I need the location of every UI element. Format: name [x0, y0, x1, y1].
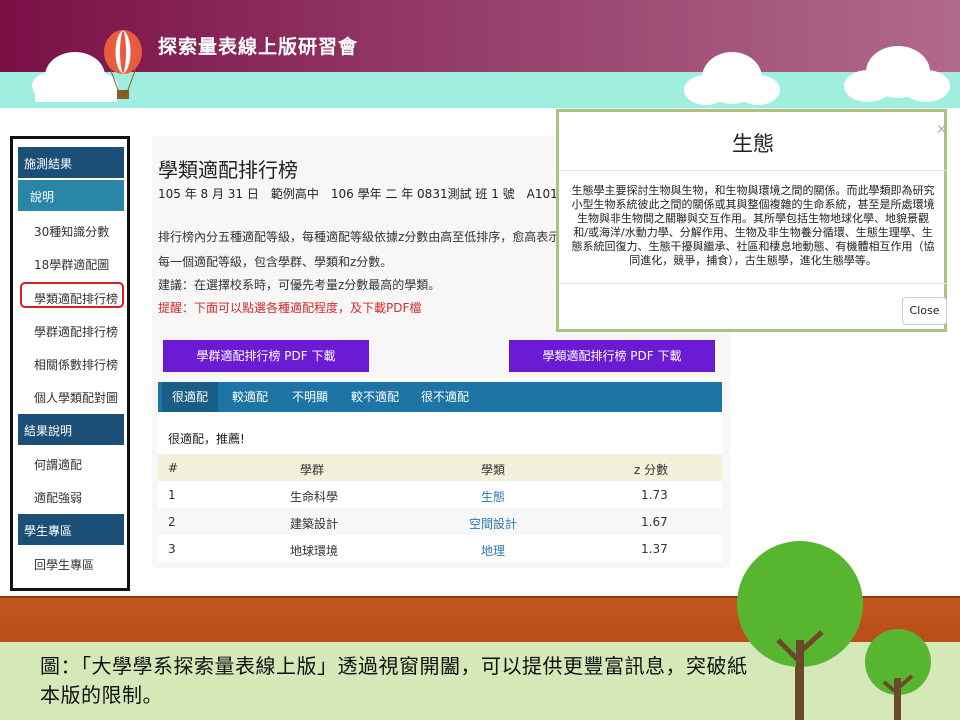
nav-item-group-ranking[interactable]: 學群適配排行榜	[18, 315, 124, 346]
column-header-zscore: z 分數	[634, 463, 669, 477]
category-ranking-pdf-button[interactable]: 學類適配排行榜 PDF 下載	[509, 340, 715, 372]
nav-item-personal-chart[interactable]: 個人學類配對圖	[18, 381, 124, 412]
column-header-rank: #	[168, 461, 179, 475]
cell-zscore: 1.67	[641, 515, 668, 529]
tab-unclear[interactable]: 不明顯	[282, 382, 338, 412]
cell-category-link[interactable]: 生態	[481, 488, 505, 505]
table-row: 2 建築設計 空間設計 1.67	[158, 508, 722, 535]
modal-divider-top	[559, 170, 947, 171]
tree-large-icon	[737, 541, 863, 720]
cell-group: 建築設計	[290, 517, 339, 531]
table-row: 1 生命科學 生態 1.73	[158, 481, 722, 508]
group-ranking-pdf-button[interactable]: 學群適配排行榜 PDF 下載	[163, 340, 369, 372]
hot-air-balloon-icon	[104, 30, 142, 99]
nav-section-explanation: 結果說明	[18, 414, 124, 445]
tab-not-fit[interactable]: 很不適配	[412, 382, 478, 412]
nav-section-student: 學生專區	[18, 514, 124, 545]
modal-close-button[interactable]: Close	[902, 297, 947, 325]
modal-title: 生態	[732, 132, 774, 156]
nav-section-results: 施測結果	[18, 147, 124, 178]
page-title: 學類適配排行榜	[158, 158, 298, 182]
column-header-category: 學類	[481, 463, 506, 477]
slide-caption: 圖：「大學學系探索量表線上版」透過視窗開闔，可以提供更豐富訊息，突破紙本版的限制…	[40, 654, 748, 707]
side-nav: 施測結果 說明 30種知識分數 18學群適配圖 學類適配排行榜 學群適配排行榜 …	[10, 136, 130, 591]
nav-item-what-fit[interactable]: 何謂適配	[18, 448, 124, 479]
tab-less-fit[interactable]: 較不適配	[342, 382, 408, 412]
info-modal: 生態 × 生態學主要探討生物與生物，和生物與環境之間的關係。而此學類即為研究小型…	[556, 109, 947, 332]
nav-item-back-student[interactable]: 回學生專區	[18, 548, 124, 579]
modal-body-text: 生態學主要探討生物與生物，和生物與環境之間的關係。而此學類即為研究小型生物系統彼…	[571, 184, 935, 267]
description-line-3: 建議：在選擇校系時，可優先考量z分數最高的學類。	[158, 278, 441, 292]
cell-group: 地球環境	[290, 544, 339, 558]
description-line-1: 排行榜內分五種適配等級，每種適配等級依據z分數由高至低排序，愈高表示愈適配。	[158, 230, 609, 244]
cloud-center-icon	[684, 52, 780, 105]
cell-category-link[interactable]: 地理	[481, 542, 505, 559]
table-row: 3 地球環境 地理 1.37	[158, 535, 722, 562]
cell-zscore: 1.37	[641, 542, 668, 556]
column-header-group: 學群	[300, 463, 325, 477]
cell-zscore: 1.73	[641, 488, 668, 502]
cloud-right-icon	[844, 46, 950, 102]
fit-level-tabs: 很適配 較適配 不明顯 較不適配 很不適配	[158, 382, 722, 412]
recommend-text: 很適配，推薦!	[168, 432, 245, 446]
highlight-box	[20, 282, 124, 308]
tree-small-icon	[865, 629, 931, 720]
cell-category-link[interactable]: 空間設計	[469, 515, 517, 532]
nav-item-fit-strength[interactable]: 適配強弱	[18, 481, 124, 512]
cell-rank: 2	[168, 515, 176, 529]
tab-very-fit[interactable]: 很適配	[162, 382, 218, 412]
close-icon[interactable]: ×	[936, 122, 947, 137]
hint-text: 提醒：下面可以點選各種適配程度，及下載PDF檔	[158, 301, 422, 315]
slide-title: 探索量表線上版研習會	[158, 36, 359, 58]
cell-rank: 3	[168, 542, 176, 556]
nav-item-correlation-ranking[interactable]: 相關係數排行榜	[18, 348, 124, 379]
modal-divider-bottom	[559, 283, 947, 284]
nav-item-group-chart[interactable]: 18學群適配圖	[18, 248, 124, 279]
student-meta: 105 年 8 月 31 日 範例高中 106 學年 二 年 0831測試 班 …	[158, 187, 604, 201]
tab-fairly-fit[interactable]: 較適配	[222, 382, 278, 412]
table-header: # 學群 學類 z 分數	[158, 454, 722, 481]
slide: 探索量表線上版研習會 施測結果 說明 30種知識分數 18學群適配圖 學類適配排…	[0, 0, 960, 720]
description-line-2: 每一個適配等級，包含學群、學類和z分數。	[158, 255, 393, 269]
cell-rank: 1	[168, 488, 176, 502]
nav-item-explanation[interactable]: 說明	[18, 180, 124, 211]
cell-group: 生命科學	[290, 490, 339, 504]
nav-item-knowledge-scores[interactable]: 30種知識分數	[18, 215, 124, 246]
